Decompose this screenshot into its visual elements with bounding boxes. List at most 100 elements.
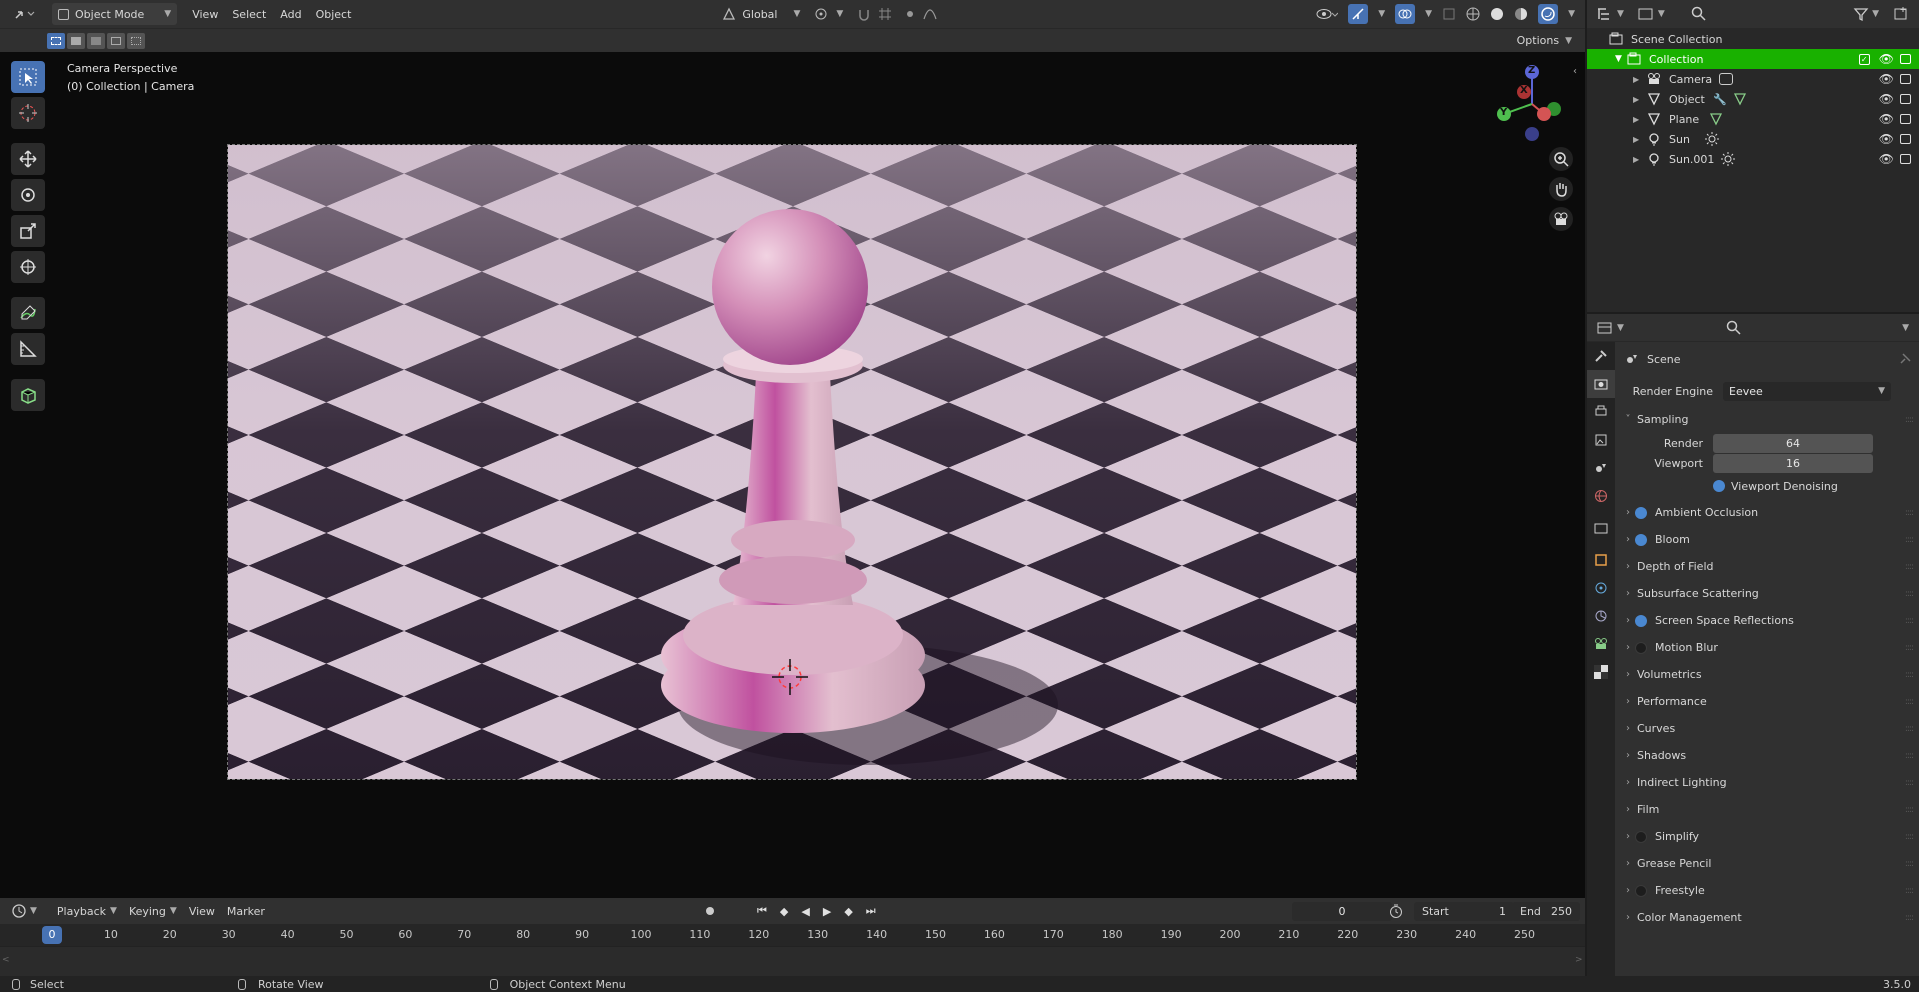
jump-end-icon[interactable]: ⏭: [866, 904, 876, 918]
3d-viewport[interactable]: Camera Perspective (0) Collection | Came…: [0, 52, 1585, 898]
panel-grip-icon[interactable]: ::::: [1905, 562, 1914, 572]
expand-arrow-icon[interactable]: ▶: [1633, 155, 1647, 164]
render-camera-icon[interactable]: [1900, 74, 1911, 84]
expand-arrow-icon[interactable]: ▶: [1633, 115, 1647, 124]
menu-add[interactable]: Add: [273, 3, 308, 25]
panel-volumetrics[interactable]: › Volumetrics::::: [1615, 661, 1919, 688]
rendered-shading-button[interactable]: [1538, 4, 1559, 24]
panel-grip-icon[interactable]: ::::: [1905, 805, 1914, 815]
play-reverse-icon[interactable]: ◀: [801, 905, 809, 918]
keyframe-area[interactable]: [0, 946, 1585, 976]
outliner-item-plane[interactable]: ▶ Plane 👁: [1587, 109, 1919, 129]
panel-grip-icon[interactable]: ::::: [1905, 697, 1914, 707]
current-frame-field[interactable]: 0: [1292, 901, 1392, 921]
tab-constraints[interactable]: [1587, 602, 1615, 630]
panel-grip-icon[interactable]: ::::: [1905, 886, 1914, 896]
start-frame-field[interactable]: Start 1: [1414, 901, 1514, 921]
panel-enable-checkbox[interactable]: [1635, 830, 1647, 843]
eye-icon[interactable]: 👁: [1879, 92, 1894, 106]
proportional-editing-button[interactable]: [900, 3, 944, 25]
xray-icon[interactable]: [1442, 7, 1456, 21]
render-samples-field[interactable]: 64: [1713, 433, 1873, 453]
panel-bloom[interactable]: › Bloom::::: [1615, 526, 1919, 553]
pin-icon[interactable]: [1899, 353, 1911, 365]
viewport-denoising-row[interactable]: Viewport Denoising: [1615, 473, 1919, 499]
expand-arrow-icon[interactable]: ▶: [1633, 135, 1647, 144]
add-cube-tool[interactable]: [11, 379, 45, 411]
scroll-left-icon[interactable]: <: [2, 955, 10, 965]
panel-simplify[interactable]: › Simplify::::: [1615, 823, 1919, 850]
menu-view[interactable]: View: [189, 905, 215, 918]
render-camera-icon[interactable]: [1900, 94, 1911, 104]
eye-icon[interactable]: 👁: [1879, 72, 1894, 86]
material-shading-icon[interactable]: [1514, 7, 1528, 21]
panel-grip-icon[interactable]: ::::: [1905, 616, 1914, 626]
panel-film[interactable]: › Film::::: [1615, 796, 1919, 823]
new-collection-icon[interactable]: [1893, 6, 1909, 22]
end-frame-field[interactable]: End 250: [1512, 901, 1580, 921]
solid-shading-icon[interactable]: [1490, 7, 1504, 21]
panel-grip-icon[interactable]: ::::: [1905, 724, 1914, 734]
tab-tool[interactable]: [1587, 342, 1615, 370]
panel-grip-icon[interactable]: ::::: [1905, 643, 1914, 653]
tab-physics[interactable]: [1587, 574, 1615, 602]
sampling-panel-header[interactable]: ˅ Sampling ::::: [1615, 406, 1919, 433]
rotate-tool[interactable]: [11, 179, 45, 211]
select-box-tool[interactable]: [11, 61, 45, 93]
pivot-point-button[interactable]: ▼: [807, 3, 850, 25]
menu-view[interactable]: View: [185, 3, 225, 25]
wireframe-shading-icon[interactable]: [1466, 7, 1480, 21]
panel-grease-pencil[interactable]: › Grease Pencil::::: [1615, 850, 1919, 877]
outliner-editor-type[interactable]: ▼: [1597, 7, 1624, 21]
tab-texture[interactable]: [1587, 658, 1615, 686]
expand-arrow-icon[interactable]: ▶: [1633, 75, 1647, 84]
panel-ambient-occlusion[interactable]: › Ambient Occlusion::::: [1615, 499, 1919, 526]
panel-freestyle[interactable]: › Freestyle::::: [1615, 877, 1919, 904]
outliner-item-object[interactable]: ▶ Object 🔧 👁: [1587, 89, 1919, 109]
render-camera-icon[interactable]: [1900, 54, 1911, 64]
timeline-editor-type[interactable]: ▼: [12, 904, 37, 918]
panel-grip-icon[interactable]: ::::: [1905, 415, 1914, 425]
panel-performance[interactable]: › Performance::::: [1615, 688, 1919, 715]
panel-screen-space-reflections[interactable]: › Screen Space Reflections::::: [1615, 607, 1919, 634]
render-camera-icon[interactable]: [1900, 154, 1911, 164]
select-intersect-icon[interactable]: [127, 32, 145, 49]
filter-icon[interactable]: [1853, 6, 1869, 22]
panel-grip-icon[interactable]: ::::: [1905, 913, 1914, 923]
tab-object[interactable]: [1587, 546, 1615, 574]
tab-scene[interactable]: [1587, 454, 1615, 482]
navigation-gizmo[interactable]: Z Y X: [1490, 62, 1570, 142]
panel-color-management[interactable]: › Color Management::::: [1615, 904, 1919, 931]
gizmo-toggle-button[interactable]: [1348, 4, 1369, 24]
panel-grip-icon[interactable]: ::::: [1905, 751, 1914, 761]
zoom-button[interactable]: [1549, 147, 1573, 171]
panel-grip-icon[interactable]: ::::: [1905, 778, 1914, 788]
visibility-filter-icon[interactable]: [1316, 7, 1339, 21]
move-tool[interactable]: [11, 143, 45, 175]
expand-arrow-icon[interactable]: ▼: [1615, 54, 1627, 64]
tab-world[interactable]: [1587, 482, 1615, 510]
eye-icon[interactable]: 👁: [1879, 132, 1894, 146]
expand-arrow-icon[interactable]: ▶: [1633, 95, 1647, 104]
menu-marker[interactable]: Marker: [227, 905, 265, 918]
menu-playback[interactable]: Playback ▼: [57, 905, 117, 918]
panel-enable-checkbox[interactable]: [1635, 506, 1647, 519]
panel-motion-blur[interactable]: › Motion Blur::::: [1615, 634, 1919, 661]
eye-icon[interactable]: 👁: [1879, 112, 1894, 126]
chevron-down-icon[interactable]: ▼: [1568, 9, 1575, 19]
search-icon[interactable]: [1726, 320, 1742, 336]
overlays-toggle-button[interactable]: [1395, 4, 1416, 24]
pan-button[interactable]: [1549, 177, 1573, 201]
transform-orientation-dropdown[interactable]: Global ▼: [715, 3, 807, 25]
render-camera-icon[interactable]: [1900, 114, 1911, 124]
exclude-checkbox[interactable]: ✓: [1858, 53, 1870, 65]
panel-grip-icon[interactable]: ::::: [1905, 670, 1914, 680]
display-mode-dropdown[interactable]: ▼: [1638, 7, 1665, 21]
render-engine-dropdown[interactable]: Eevee ▼: [1723, 381, 1891, 401]
tab-data[interactable]: [1587, 630, 1615, 658]
cursor-tool[interactable]: [11, 97, 45, 129]
select-new-icon[interactable]: [47, 32, 65, 49]
editor-type-button[interactable]: [6, 3, 42, 25]
panel-indirect-lighting[interactable]: › Indirect Lighting::::: [1615, 769, 1919, 796]
next-keyframe-icon[interactable]: ◆: [844, 905, 852, 918]
